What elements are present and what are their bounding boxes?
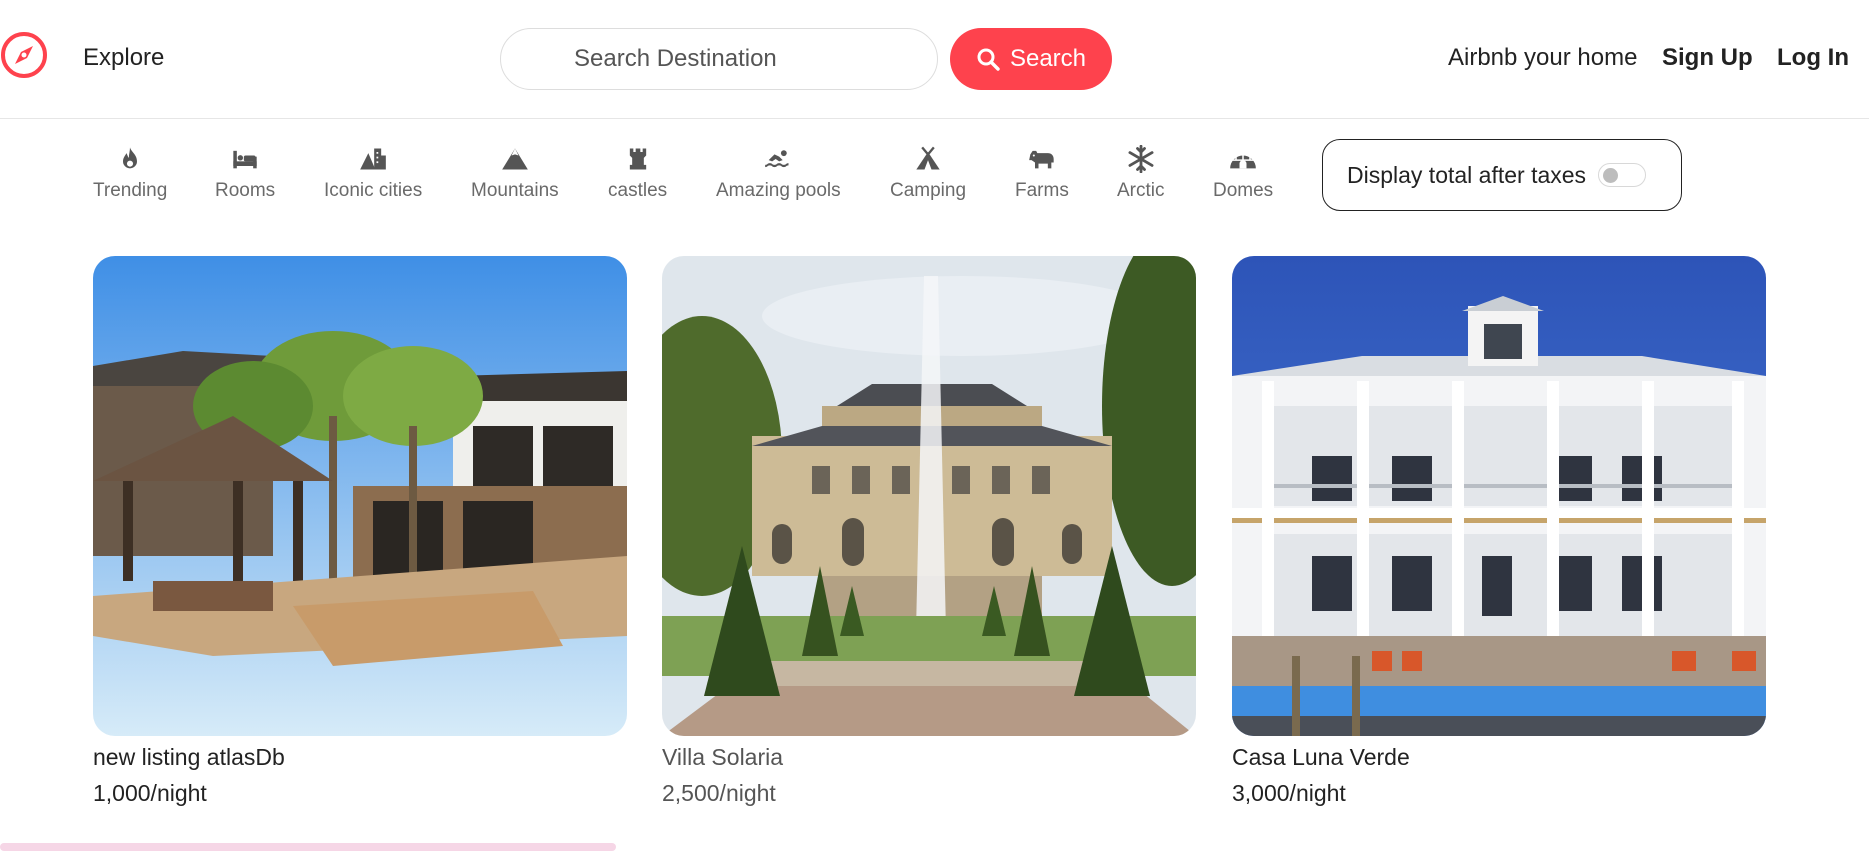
filter-label: Camping <box>890 180 967 201</box>
villa-pool-photo <box>93 256 627 736</box>
mountain-icon <box>500 144 530 174</box>
sign-up-link[interactable]: Sign Up <box>1662 44 1753 72</box>
listing-image[interactable] <box>662 256 1196 736</box>
filter-label: Trending <box>93 180 168 201</box>
filter-mountains[interactable]: Mountains <box>471 144 559 202</box>
search-button[interactable]: Search <box>950 28 1112 90</box>
filter-castles[interactable]: castles <box>608 144 667 202</box>
tax-toggle-box: Display total after taxes <box>1322 139 1682 211</box>
switch-knob <box>1603 168 1619 183</box>
navbar: Explore Search Airbnb your home Sign Up … <box>0 0 1869 119</box>
filter-iconic-cities[interactable]: Iconic cities <box>324 144 422 202</box>
filter-label: Iconic cities <box>324 180 423 201</box>
compass-icon[interactable] <box>0 31 48 79</box>
filter-amazing-pools[interactable]: Amazing pools <box>716 144 841 202</box>
palace-fountain-photo <box>662 256 1196 736</box>
log-in-link[interactable]: Log In <box>1777 44 1849 72</box>
filter-camping[interactable]: Camping <box>890 144 966 202</box>
filter-label: Arctic <box>1117 180 1165 201</box>
listing-price: 3,000/night <box>1232 780 1346 806</box>
filter-label: Rooms <box>215 180 276 201</box>
fire-icon <box>115 144 145 174</box>
next-row-card-edge <box>0 843 616 851</box>
white-mansion-photo <box>1232 256 1766 736</box>
igloo-icon <box>1228 144 1258 174</box>
listing-card[interactable]: Casa Luna Verde 3,000/night <box>1232 256 1766 808</box>
tax-toggle-switch[interactable] <box>1598 163 1647 187</box>
filter-label: Amazing pools <box>716 180 841 201</box>
filter-label: Mountains <box>471 180 559 201</box>
listing-title: new listing atlasDb <box>93 744 285 770</box>
filter-trending[interactable]: Trending <box>93 144 167 202</box>
filter-label: Domes <box>1213 180 1274 201</box>
filter-bar: Trending Rooms Iconic cities Mountains c… <box>0 120 1869 230</box>
filter-label: Farms <box>1015 180 1069 201</box>
search-input[interactable] <box>500 28 938 90</box>
listing-title: Casa Luna Verde <box>1232 744 1410 770</box>
listing-card[interactable]: Villa Solaria 2,500/night <box>662 256 1196 808</box>
person-swimming-icon <box>763 144 793 174</box>
search-button-label: Search <box>1009 45 1087 72</box>
filter-domes[interactable]: Domes <box>1213 144 1273 202</box>
filter-rooms[interactable]: Rooms <box>215 144 275 202</box>
listing-price: 2,500/night <box>662 780 776 806</box>
listing-image[interactable] <box>93 256 627 736</box>
listing-price: 1,000/night <box>93 780 207 806</box>
snowflake-icon <box>1126 144 1156 174</box>
campground-icon <box>913 144 943 174</box>
search-icon <box>977 48 1000 71</box>
explore-link[interactable]: Explore <box>83 44 164 72</box>
filter-farms[interactable]: Farms <box>1015 144 1069 202</box>
listing-image[interactable] <box>1232 256 1766 736</box>
listing-title: Villa Solaria <box>662 744 784 770</box>
bed-icon <box>230 144 260 174</box>
mountain-city-icon <box>358 144 388 174</box>
filter-label: castles <box>608 180 668 201</box>
listing-card[interactable]: new listing atlasDb 1,000/night <box>93 256 627 808</box>
airbnb-your-home-link[interactable]: Airbnb your home <box>1448 44 1637 72</box>
chess-rook-icon <box>623 144 653 174</box>
cow-icon <box>1027 144 1057 174</box>
tax-toggle-label: Display total after taxes <box>1347 161 1587 188</box>
filter-arctic[interactable]: Arctic <box>1117 144 1165 202</box>
